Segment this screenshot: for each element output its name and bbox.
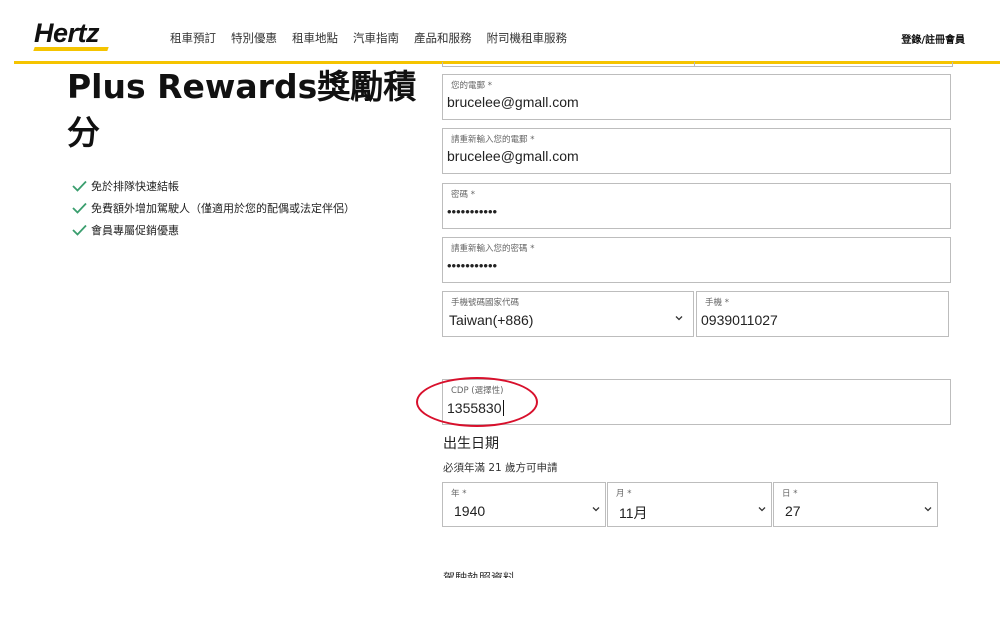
email-field[interactable]: 您的電郵 * brucelee@gmall.com bbox=[442, 74, 951, 120]
dob-title: 出生日期 bbox=[443, 436, 499, 452]
dob-note: 必須年滿 21 歲方可申請 bbox=[443, 462, 558, 474]
benefit-item: 會員專屬促銷優惠 bbox=[72, 219, 355, 241]
password-confirm-value: ••••••••••• bbox=[447, 258, 498, 273]
benefit-text: 免費額外增加駕駛人（僅適用於您的配偶或法定伴侶） bbox=[91, 202, 355, 215]
previous-fields-separator bbox=[694, 62, 695, 67]
check-icon bbox=[72, 224, 87, 236]
nav-item-car-guide[interactable]: 汽車指南 bbox=[353, 30, 399, 46]
check-icon bbox=[72, 180, 87, 192]
next-section-heading: 駕駛執照資料 bbox=[443, 571, 516, 578]
email-confirm-field[interactable]: 請重新輸入您的電郵 * brucelee@gmall.com bbox=[442, 128, 951, 174]
check-icon bbox=[72, 202, 87, 214]
email-label: 您的電郵 * bbox=[451, 81, 492, 91]
dob-month-select[interactable]: 月 * 11月 bbox=[607, 482, 772, 527]
dob-year-value: 1940 bbox=[454, 503, 486, 519]
dob-day-select[interactable]: 日 * 27 bbox=[773, 482, 938, 527]
dob-year-label: 年 * bbox=[451, 489, 467, 499]
dob-day-label: 日 * bbox=[782, 489, 798, 499]
benefit-text: 免於排隊快速結帳 bbox=[91, 180, 179, 193]
password-confirm-field[interactable]: 請重新輸入您的密碼 * ••••••••••• bbox=[442, 237, 951, 283]
chevron-down-icon bbox=[592, 507, 600, 512]
chevron-down-icon bbox=[924, 507, 932, 512]
country-code-select[interactable]: 手機號碼國家代碼 Taiwan(+886) bbox=[442, 291, 694, 337]
password-confirm-label: 請重新輸入您的密碼 * bbox=[451, 244, 535, 254]
nav-item-offers[interactable]: 特別優惠 bbox=[231, 30, 277, 46]
benefit-text: 會員專屬促銷優惠 bbox=[91, 224, 179, 237]
dob-day-value: 27 bbox=[785, 503, 801, 519]
highlight-circle bbox=[416, 377, 538, 427]
dob-month-value: 11月 bbox=[619, 505, 648, 521]
nav-item-chauffeur[interactable]: 附司機租車服務 bbox=[487, 30, 568, 46]
page-title: Plus Rewards獎勵積分 bbox=[67, 67, 417, 152]
mobile-field[interactable]: 手機 * 0939011027 bbox=[696, 291, 949, 337]
dob-year-select[interactable]: 年 * 1940 bbox=[442, 482, 606, 527]
email-confirm-label: 請重新輸入您的電郵 * bbox=[451, 135, 535, 145]
mobile-label: 手機 * bbox=[705, 298, 729, 308]
site-header: Hertz 租車預訂 特別優惠 租車地點 汽車指南 產品和服務 附司機租車服務 … bbox=[0, 0, 1000, 64]
hertz-logo[interactable]: Hertz bbox=[33, 18, 110, 52]
benefit-item: 免於排隊快速結帳 bbox=[72, 175, 355, 197]
benefit-item: 免費額外增加駕駛人（僅適用於您的配偶或法定伴侶） bbox=[72, 197, 355, 219]
country-code-value: Taiwan(+886) bbox=[449, 312, 534, 328]
password-field[interactable]: 密碼 * ••••••••••• bbox=[442, 183, 951, 229]
mobile-value: 0939011027 bbox=[701, 312, 778, 328]
dob-month-label: 月 * bbox=[616, 489, 632, 499]
main-nav: 租車預訂 特別優惠 租車地點 汽車指南 產品和服務 附司機租車服務 bbox=[170, 30, 567, 46]
logo-underline bbox=[33, 47, 109, 51]
login-register-link[interactable]: 登錄/註冊會員 bbox=[901, 31, 965, 46]
logo-text: Hertz bbox=[34, 18, 100, 48]
benefits-list: 免於排隊快速結帳 免費額外增加駕駛人（僅適用於您的配偶或法定伴侶） 會員專屬促銷… bbox=[72, 175, 355, 241]
password-label: 密碼 * bbox=[451, 190, 475, 200]
nav-item-locations[interactable]: 租車地點 bbox=[292, 30, 338, 46]
previous-fields-edge bbox=[442, 62, 953, 67]
country-code-label: 手機號碼國家代碼 bbox=[451, 298, 520, 308]
nav-item-products[interactable]: 產品和服務 bbox=[414, 30, 472, 46]
password-value: ••••••••••• bbox=[447, 204, 498, 219]
nav-item-booking[interactable]: 租車預訂 bbox=[170, 30, 216, 46]
email-value: brucelee@gmall.com bbox=[447, 94, 579, 110]
email-confirm-value: brucelee@gmall.com bbox=[447, 148, 579, 164]
chevron-down-icon bbox=[758, 507, 766, 512]
chevron-down-icon bbox=[675, 316, 683, 321]
